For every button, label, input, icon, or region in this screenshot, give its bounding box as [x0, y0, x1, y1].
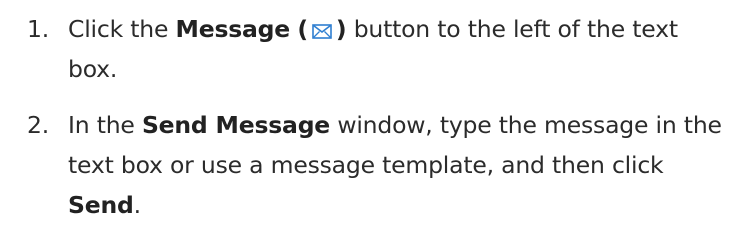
- step-text: .: [133, 191, 141, 219]
- step-number: 1.: [27, 15, 50, 43]
- paren-close: ): [335, 15, 347, 43]
- step-text: Click the: [68, 15, 176, 43]
- step-number: 2.: [27, 111, 50, 139]
- paren-open: (: [297, 15, 308, 43]
- list-item: 1. Click the Message () button to the le…: [27, 9, 734, 89]
- send-message-window-label: Send Message: [141, 111, 331, 139]
- message-button-label: Message: [175, 15, 291, 43]
- instruction-list: 1. Click the Message () button to the le…: [27, 9, 734, 225]
- envelope-icon: [312, 24, 332, 39]
- list-item: 2. In the Send Message window, type the …: [27, 105, 734, 225]
- step-text: In the: [68, 111, 142, 139]
- send-button-label: Send: [68, 191, 134, 219]
